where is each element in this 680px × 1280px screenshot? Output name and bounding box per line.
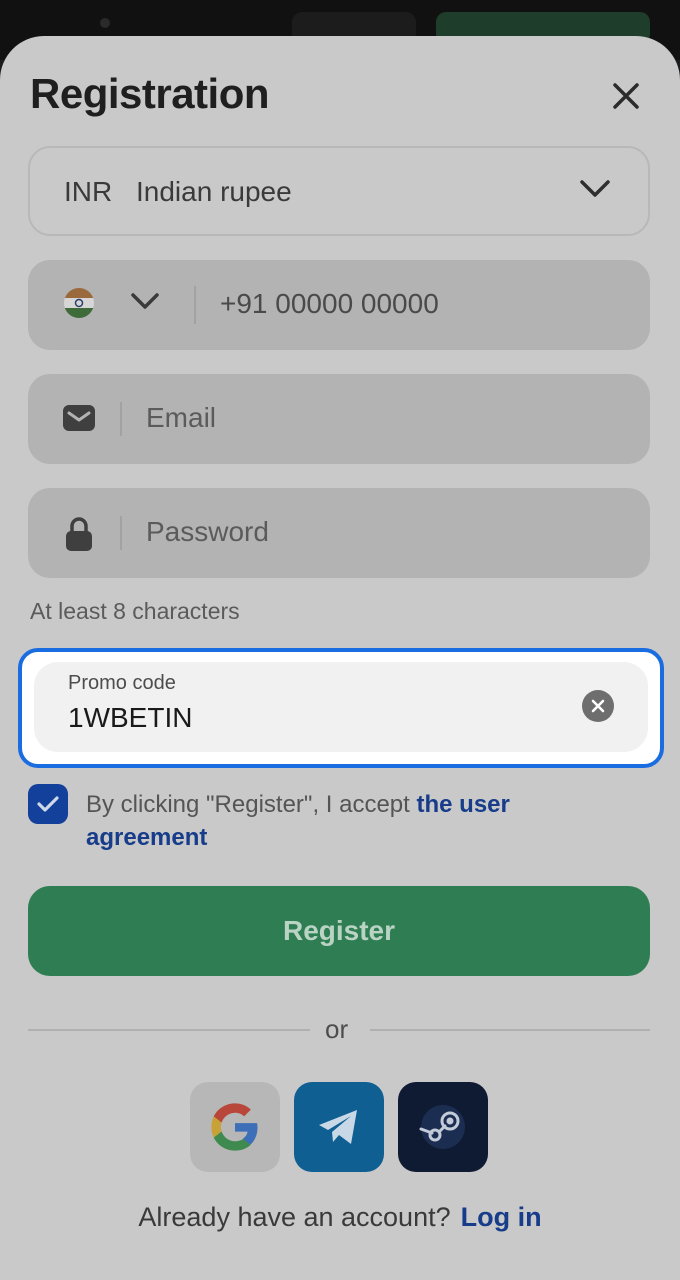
telegram-icon [319,1110,357,1144]
divider-line [370,1029,650,1031]
close-icon [613,83,639,109]
clear-button[interactable] [582,690,614,722]
promo-code-highlight: Promo code 1WBETIN [18,648,664,768]
login-link[interactable]: Log in [461,1202,542,1232]
chevron-down-icon [580,180,610,197]
steam-icon [419,1105,465,1149]
modal-title: Registration [30,70,270,117]
background-dot [100,18,110,28]
phone-field[interactable]: +91 00000 00000 [28,260,650,350]
promo-code-label: Promo code [68,672,176,694]
password-hint: At least 8 characters [30,598,240,624]
registration-modal: Registration INR Indian rupee +91 00000 … [0,36,680,1280]
currency-code: INR [64,176,113,207]
google-icon [211,1103,258,1151]
divider-text: or [325,1014,349,1044]
divider [120,402,122,436]
check-icon [37,796,59,812]
login-prompt: Already have an account? Log in [0,1202,680,1233]
promo-code-field[interactable]: Promo code 1WBETIN [34,662,648,752]
register-button[interactable]: Register [28,886,650,976]
lock-icon [66,517,92,551]
login-prompt-text: Already have an account? [138,1202,451,1232]
agreement-text: By clicking "Register", I accept the use… [86,788,626,854]
chevron-down-icon[interactable] [130,292,160,312]
divider [120,516,122,550]
divider-line [28,1029,310,1031]
promo-code-input[interactable]: 1WBETIN [68,702,192,734]
password-field[interactable]: Password [28,488,650,578]
agreement-checkbox[interactable] [28,784,68,824]
mail-icon [63,405,95,431]
close-button[interactable] [602,72,650,120]
agreement-label: By clicking "Register", I accept [86,791,417,818]
email-field[interactable]: Email [28,374,650,464]
steam-login-button[interactable] [398,1082,488,1172]
phone-input[interactable]: +91 00000 00000 [220,288,439,320]
email-input[interactable]: Email [146,402,216,434]
password-input[interactable]: Password [146,516,269,548]
india-flag-icon[interactable] [64,288,94,318]
registration-screen: Registration INR Indian rupee +91 00000 … [0,0,680,1280]
close-icon [591,699,605,713]
currency-name: Indian rupee [136,176,292,207]
telegram-login-button[interactable] [294,1082,384,1172]
divider [194,286,196,324]
google-login-button[interactable] [190,1082,280,1172]
currency-select[interactable]: INR Indian rupee [28,146,650,236]
